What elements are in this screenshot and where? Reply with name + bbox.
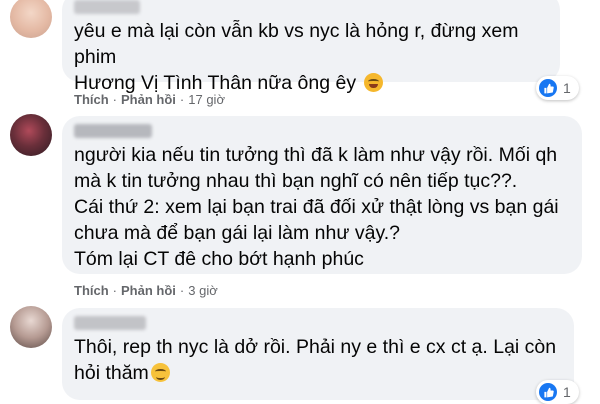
comment-line: Cái thứ 2: xem lại bạn trai đã đối xử th… — [74, 196, 559, 218]
author-name-blurred[interactable] — [74, 0, 140, 14]
relieved-face-emoji — [150, 363, 170, 382]
comment-1: yêu e mà lại còn vẫn kb vs nyc là hỏng r… — [0, 0, 600, 110]
comment-line: mà k tin tưởng nhau thì bạn nghĩ có nên … — [74, 170, 518, 192]
rolling-on-floor-laughing-emoji — [363, 73, 383, 92]
comment-bubble: yêu e mà lại còn vẫn kb vs nyc là hỏng r… — [62, 0, 560, 94]
reaction-count-value: 1 — [563, 384, 571, 400]
comment-bubble: Thôi, rep th nyc là dở rồi. Phải ny e th… — [62, 308, 574, 400]
comment-text: người kia nếu tin tưởng thì đã k làm như… — [74, 142, 570, 272]
comment-meta: Thích · Phản hồi · 17 giờ — [74, 92, 225, 107]
comment-bubble: người kia nếu tin tưởng thì đã k làm như… — [62, 116, 582, 274]
like-icon — [539, 383, 557, 401]
timestamp[interactable]: 3 giờ — [188, 283, 218, 298]
avatar[interactable] — [10, 306, 52, 348]
reaction-count[interactable]: 1 — [536, 76, 579, 100]
reaction-count-value: 1 — [563, 80, 571, 96]
like-action-link[interactable]: Thích — [74, 92, 109, 107]
like-icon — [539, 79, 557, 97]
comment-text: Thôi, rep th nyc là dở rồi. Phải ny e th… — [74, 334, 562, 386]
avatar[interactable] — [10, 0, 52, 38]
comment-line: Hương Vị Tình Thân nữa ông êy — [74, 72, 357, 94]
author-name-blurred[interactable] — [74, 316, 146, 330]
comment-line: yêu e mà lại còn vẫn kb vs nyc là hỏng r… — [74, 20, 519, 68]
comment-line: hỏi thăm — [74, 362, 149, 384]
comment-line: Tóm lại CT đê cho bớt hạnh phúc — [74, 248, 364, 270]
like-action-link[interactable]: Thích — [74, 283, 109, 298]
author-name-blurred[interactable] — [74, 124, 152, 138]
reply-action-link[interactable]: Phản hồi — [121, 92, 176, 107]
comment-line: chưa mà để bạn gái lại làm như vậy.? — [74, 222, 401, 244]
comment-text: yêu e mà lại còn vẫn kb vs nyc là hỏng r… — [74, 18, 548, 96]
comment-meta: Thích · Phản hồi · 3 giờ — [74, 283, 218, 298]
timestamp[interactable]: 17 giờ — [188, 92, 225, 107]
reaction-count[interactable]: 1 — [536, 380, 579, 404]
comment-line: người kia nếu tin tưởng thì đã k làm như… — [74, 144, 558, 166]
reply-action-link[interactable]: Phản hồi — [121, 283, 176, 298]
comment-line: Thôi, rep th nyc là dở rồi. Phải ny e th… — [74, 336, 557, 358]
avatar[interactable] — [10, 114, 52, 156]
